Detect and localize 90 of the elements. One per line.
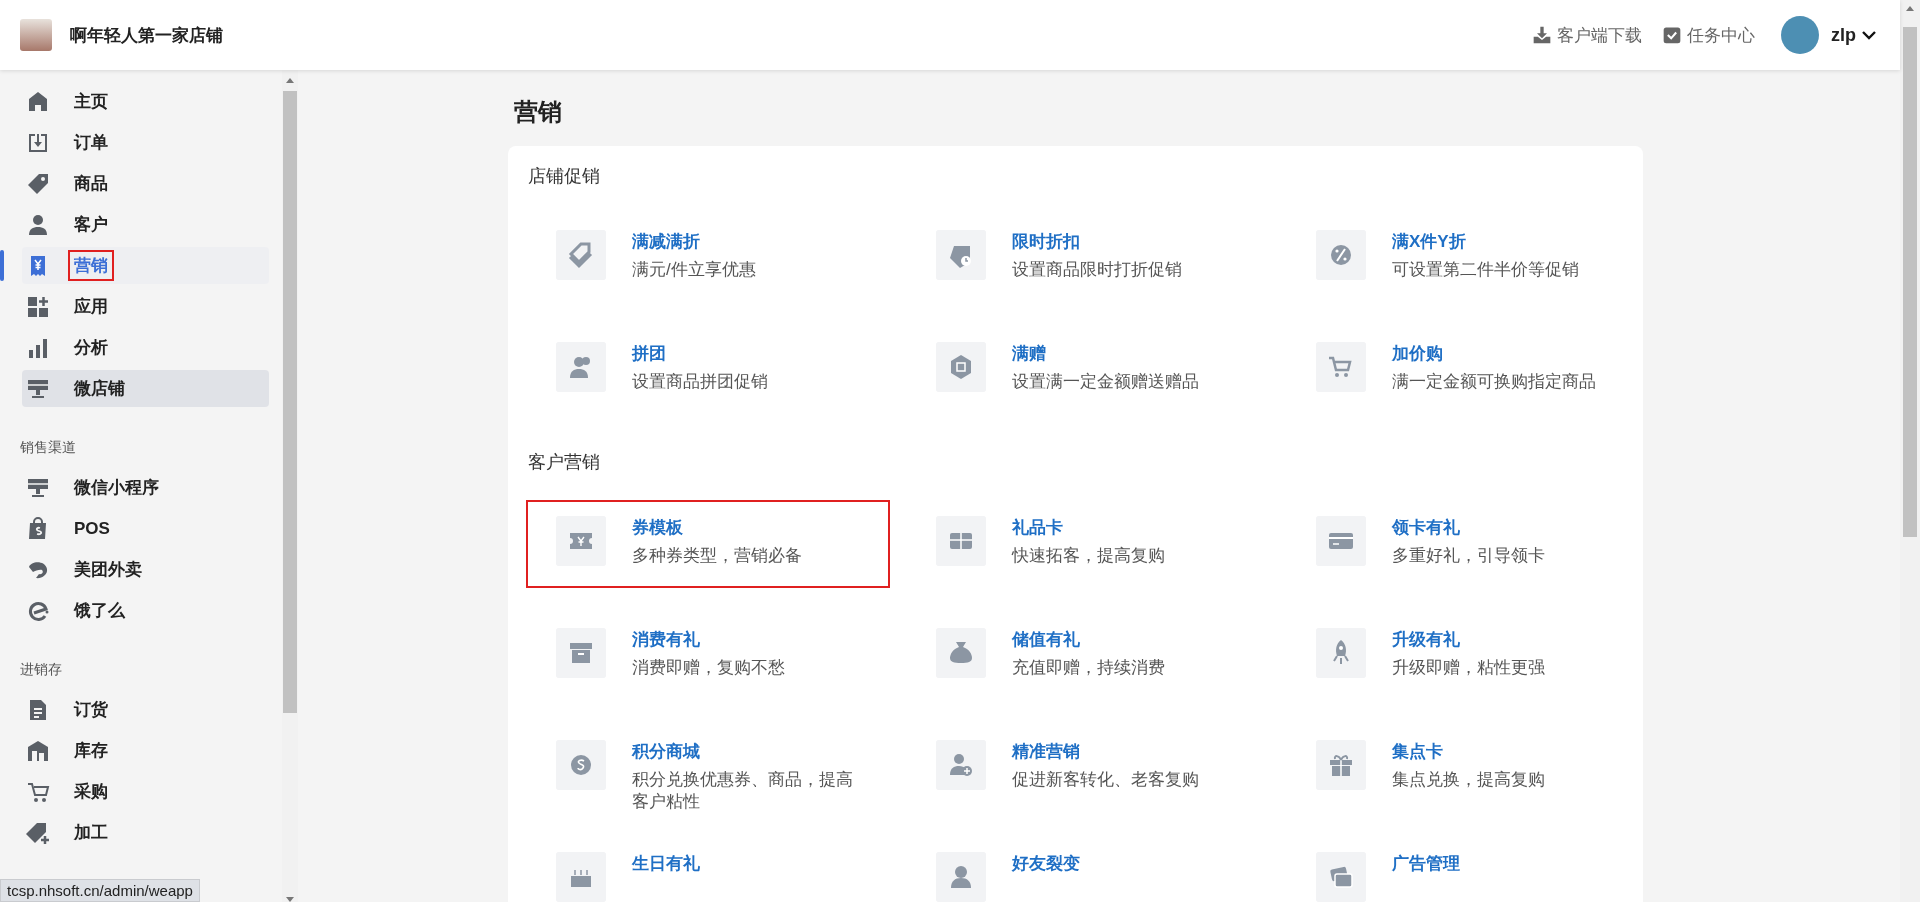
feature-title: 券模板 [632,517,684,539]
feature-description: 集点兑换，提高复购 [1392,769,1545,791]
page-title: 营销 [514,97,563,127]
nav-item[interactable]: 订货 [22,691,269,728]
feature-title: 礼品卡 [1012,517,1064,539]
feature-title: 集点卡 [1392,741,1444,763]
feature-title: 精准营销 [1012,741,1081,763]
feature-item[interactable]: 礼品卡 快速拓客，提高复购 [908,502,1268,586]
feature-title: 领卡有礼 [1392,517,1461,539]
feature-item[interactable]: 拼团 设置商品拼团促销 [528,328,888,412]
nav-item[interactable]: 客户 [22,206,269,243]
task-center-link[interactable]: 任务中心 [1658,23,1759,47]
feature-title: 储值有礼 [1012,629,1081,651]
feature-item[interactable]: 消费有礼 消费即赠，复购不愁 [528,614,888,698]
feature-title: 满赠 [1012,343,1047,365]
scroll-up-arrow-icon [1906,6,1914,11]
feature-title: 广告管理 [1392,853,1460,875]
feature-description: 充值即赠，持续消费 [1012,657,1165,679]
feature-description: 快速拓客，提高复购 [1012,545,1165,567]
nav-item[interactable]: 订单 [22,124,269,161]
feature-description: 可设置第二件半价等促销 [1392,259,1579,281]
feature-item[interactable]: 升级有礼 升级即赠，粘性更强 [1288,614,1648,698]
feature-item[interactable]: 券模板 多种券类型，营销必备 [528,502,888,586]
nav-item[interactable]: 饿了么 [22,592,269,629]
chevron-down-icon [1862,30,1876,40]
feature-description: 设置商品限时打折促销 [1012,259,1182,281]
active-indicator [0,250,4,281]
avatar-image[interactable] [1781,16,1819,54]
feature-item[interactable]: 满赠 设置满一定金额赠送赠品 [908,328,1268,412]
feature-title: 生日有礼 [632,853,700,875]
feature-description: 多种券类型，营销必备 [632,545,802,567]
nav-item[interactable]: 加工 [22,814,269,851]
warehouse-icon [26,738,50,763]
feature-item[interactable]: 好友裂变 [908,838,1268,902]
apps-grid-icon [26,294,50,319]
feature-description: 满元/件立享优惠 [632,259,756,281]
feature-description: 升级即赠，粘性更强 [1392,657,1545,679]
tag-plus-icon [26,820,50,845]
scrollbar-thumb[interactable] [1903,27,1917,537]
clipboard-check-icon [1662,25,1682,45]
nav-item[interactable]: 微店铺 [22,370,269,407]
feature-item[interactable]: 广告管理 [1288,838,1648,902]
feature-title: 满减满折 [632,231,701,253]
feature-title: 限时折扣 [1012,231,1081,253]
scroll-up-arrow-icon [286,78,294,83]
nav-item[interactable]: 商品 [22,165,269,202]
feature-description: 促进新客转化、老客复购 [1012,769,1199,791]
nav-item[interactable]: 主页 [22,83,269,120]
user-menu[interactable]: zlp [1831,24,1876,46]
store-name: 啊年轻人第一家店铺 [70,24,223,47]
nav-section-title: 进销存 [19,661,63,679]
nav-item[interactable]: 美团外卖 [22,551,269,588]
nav-section-title: 销售渠道 [19,439,77,457]
feature-item[interactable]: 领卡有礼 多重好礼，引导领卡 [1288,502,1648,586]
feature-title: 好友裂变 [1012,853,1080,875]
status-url: tcsp.nhsoft.cn/admin/weapp [0,879,200,902]
feature-description: 消费即赠，复购不愁 [632,657,785,679]
feature-item[interactable]: 限时折扣 设置商品限时打折促销 [908,216,1268,300]
feature-description: 多重好礼，引导领卡 [1392,545,1545,567]
feature-item[interactable]: 满X件Y折 可设置第二件半价等促销 [1288,216,1648,300]
feature-item[interactable]: 加价购 满一定金额可换购指定商品 [1288,328,1648,412]
feature-item[interactable]: 精准营销 促进新客转化、老客复购 [908,726,1268,810]
download-icon [1532,25,1552,45]
nav-item[interactable]: 分析 [22,329,269,366]
person-icon [26,212,50,237]
home-icon [26,89,50,114]
section-title: 店铺促销 [528,165,601,188]
feature-title: 拼团 [632,343,667,365]
nav-item[interactable]: 采购 [22,773,269,810]
client-download-link[interactable]: 客户端下载 [1528,23,1646,47]
feature-description: 设置商品拼团促销 [632,371,768,393]
feature-title: 消费有礼 [632,629,701,651]
feature-item[interactable]: 满减满折 满元/件立享优惠 [528,216,888,300]
store-logo-photo [20,19,52,51]
nav-item[interactable]: 微信小程序 [22,469,269,506]
nav-item[interactable]: POS [22,510,269,547]
feature-description: 满一定金额可换购指定商品 [1392,371,1596,393]
feature-item[interactable]: 储值有礼 充值即赠，持续消费 [908,614,1268,698]
feature-title: 积分商城 [632,741,701,763]
nav-item[interactable]: 应用 [22,288,269,325]
feature-title: 升级有礼 [1392,629,1461,651]
feature-item[interactable]: 集点卡 集点兑换，提高复购 [1288,726,1648,810]
tag-icon [26,171,50,196]
feature-title: 加价购 [1392,343,1444,365]
nav-item[interactable]: 库存 [22,732,269,769]
feature-title: 满X件Y折 [1392,231,1467,253]
section-title: 客户营销 [528,451,601,474]
feature-description: 设置满一定金额赠送赠品 [1012,371,1199,393]
scroll-down-arrow-icon [286,897,294,902]
feature-item[interactable]: 生日有礼 [528,838,888,902]
